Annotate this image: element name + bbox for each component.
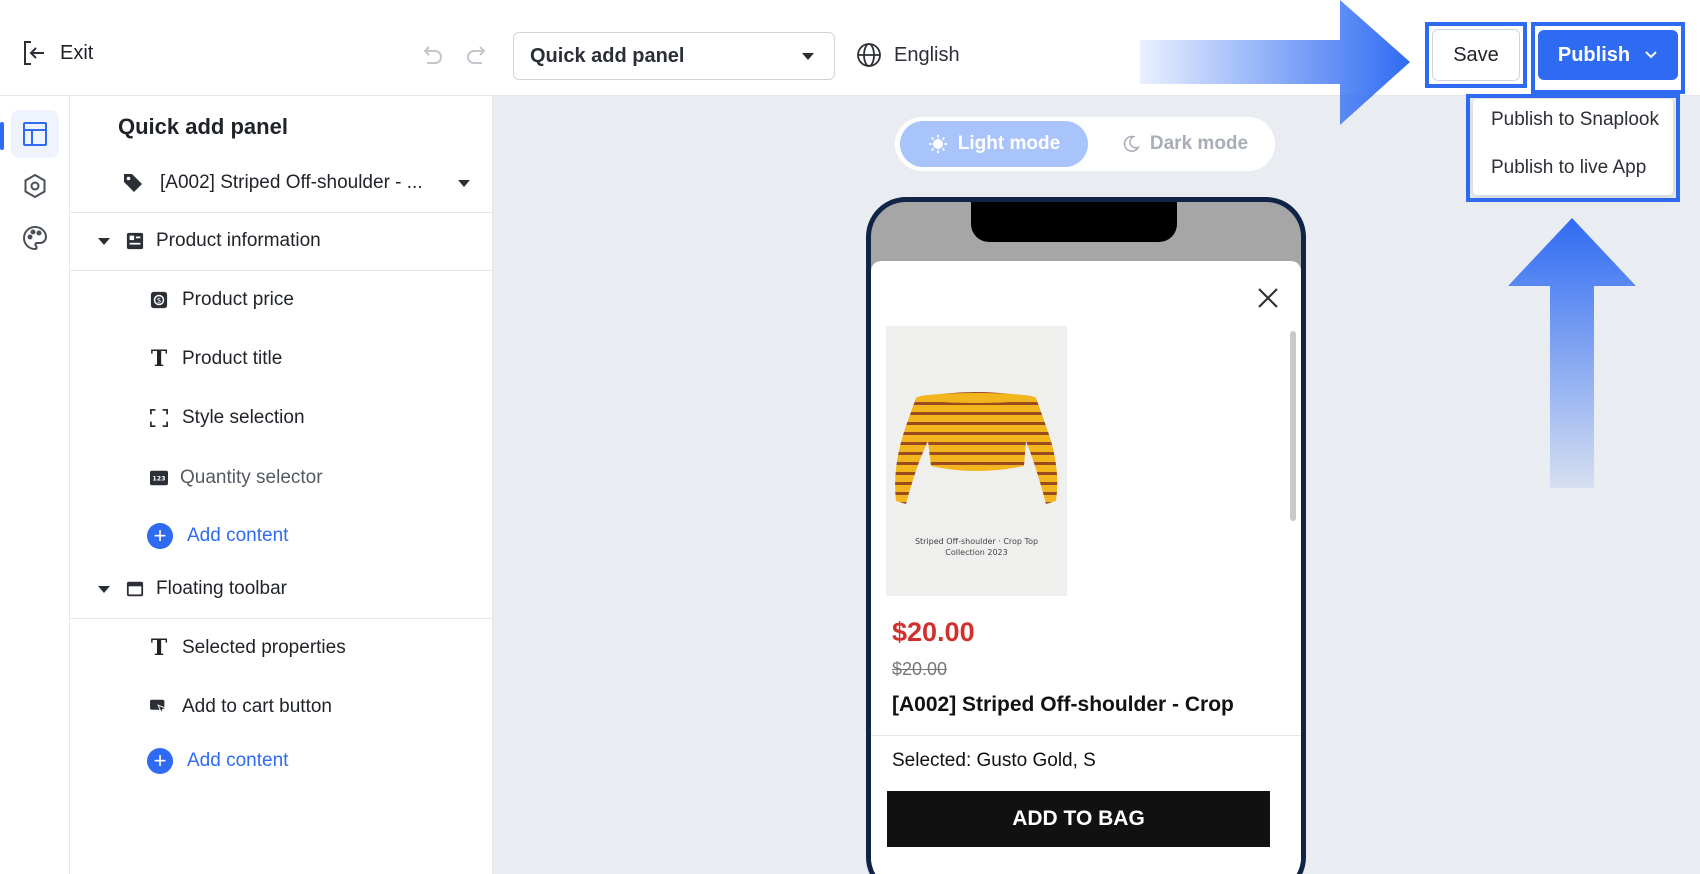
undo-icon[interactable] [418, 42, 444, 68]
save-button[interactable]: Save [1432, 29, 1520, 81]
add-content-label: Add content [187, 525, 289, 546]
number-123-icon: 123 [148, 467, 170, 489]
divider [70, 270, 493, 271]
product-picker-label: [A002] Striped Off-shoulder - ... [160, 172, 423, 193]
collapse-caret-icon [98, 237, 110, 245]
settings-hex-icon [24, 173, 46, 199]
product-image: Striped Off-shoulder · Crop Top Collecti… [886, 326, 1067, 596]
item-label: Quantity selector [180, 467, 323, 488]
list-item-selected-properties[interactable]: T Selected properties [70, 624, 493, 672]
sun-icon [928, 134, 947, 154]
list-item-product-title[interactable]: T Product title [70, 335, 493, 383]
menu-item-publish-live-app[interactable]: Publish to live App [1491, 157, 1646, 179]
list-item-product-price[interactable]: $ Product price [70, 276, 493, 324]
sweater-image [895, 392, 1058, 504]
caption-line-2: Collection 2023 [945, 548, 1008, 557]
add-to-bag-label: ADD TO BAG [1012, 807, 1145, 830]
divider [70, 618, 493, 619]
moon-icon [1123, 135, 1140, 152]
sidebar-title: Quick add panel [118, 114, 288, 139]
publish-label: Publish [1557, 43, 1631, 66]
publish-button[interactable]: Publish [1538, 30, 1678, 80]
light-mode-button[interactable]: Light mode [900, 121, 1088, 167]
rail-item-layout[interactable] [11, 110, 59, 158]
chevron-down-icon [1645, 51, 1657, 59]
caption-line-1: Striped Off-shoulder · Crop Top [914, 537, 1039, 546]
layout-icon [23, 122, 47, 146]
save-label: Save [1453, 43, 1499, 66]
sidebar-panel: Quick add panel [A002] Striped Off-shoul… [70, 96, 493, 874]
add-content-button[interactable]: + Add content [147, 748, 288, 774]
top-bar: Exit Quick add panel English Save Publis… [0, 0, 1700, 96]
price-tag-icon: $ [148, 289, 170, 311]
product-title: [A002] Striped Off-shoulder - Crop [892, 693, 1234, 716]
floating-toolbar: Selected: Gusto Gold, S ADD TO BAG [871, 735, 1301, 865]
language-label: English [894, 43, 960, 66]
caret-down-icon [458, 180, 470, 187]
text-icon: T [150, 635, 168, 661]
collapse-caret-icon [98, 585, 110, 593]
panel-select-dropdown[interactable]: Quick add panel [513, 32, 835, 80]
section-label: Product information [156, 230, 321, 251]
rail-active-indicator [0, 122, 4, 150]
item-label: Selected properties [182, 637, 346, 658]
selection-icon [148, 407, 170, 429]
item-label: Style selection [182, 407, 305, 428]
phone-notch [971, 202, 1177, 242]
product-picker[interactable]: [A002] Striped Off-shoulder - ... [70, 154, 493, 212]
globe-icon [857, 43, 881, 67]
plus-icon: + [147, 748, 173, 774]
exit-label: Exit [60, 41, 94, 64]
info-card-icon [124, 230, 146, 252]
exit-button[interactable]: Exit [22, 40, 93, 66]
palette-icon [23, 225, 48, 251]
caret-down-icon [802, 53, 814, 60]
section-floating-toolbar[interactable]: Floating toolbar [70, 560, 493, 618]
list-item-add-to-cart-button[interactable]: Add to cart button [70, 683, 493, 731]
annotation-arrow-right-icon [1140, 0, 1410, 125]
selected-properties: Selected: Gusto Gold, S [892, 750, 1096, 771]
language-selector[interactable]: English [856, 42, 960, 68]
text-icon: T [150, 346, 168, 372]
list-item-quantity-selector[interactable]: 123 Quantity selector [70, 454, 493, 502]
add-to-bag-button[interactable]: ADD TO BAG [887, 791, 1270, 847]
publish-menu: Publish to Snaplook Publish to live App [1473, 99, 1673, 195]
image-caption: Striped Off-shoulder · Crop Top Collecti… [886, 536, 1067, 558]
plus-icon: + [147, 523, 173, 549]
dark-mode-button[interactable]: Dark mode [1100, 121, 1270, 167]
list-item-style-selection[interactable]: Style selection [70, 394, 493, 442]
light-mode-label: Light mode [957, 133, 1061, 154]
compare-price: $20.00 [892, 659, 948, 679]
svg-text:123: 123 [152, 476, 165, 483]
section-product-information[interactable]: Product information [70, 212, 493, 270]
item-label: Product price [182, 289, 294, 310]
rail-item-theme[interactable] [11, 214, 59, 262]
toolbar-icon [124, 578, 146, 600]
close-icon[interactable] [1257, 287, 1279, 309]
item-label: Add to cart button [182, 696, 332, 717]
svg-text:$: $ [157, 296, 162, 305]
quick-add-sheet: Striped Off-shoulder · Crop Top Collecti… [871, 261, 1301, 874]
redo-icon[interactable] [465, 42, 491, 68]
item-label: Product title [182, 348, 283, 369]
rail-item-settings[interactable] [11, 162, 59, 210]
left-rail [0, 96, 70, 874]
annotation-arrow-up-icon [1508, 218, 1636, 488]
scrollbar[interactable] [1290, 331, 1296, 521]
cursor-button-icon [148, 696, 170, 718]
section-label: Floating toolbar [156, 578, 287, 599]
phone-preview: Striped Off-shoulder · Crop Top Collecti… [866, 197, 1306, 874]
menu-item-publish-snaplook[interactable]: Publish to Snaplook [1491, 109, 1659, 131]
add-content-label: Add content [187, 750, 289, 771]
dark-mode-label: Dark mode [1149, 133, 1249, 154]
exit-icon [24, 41, 44, 65]
add-content-button[interactable]: + Add content [147, 523, 288, 549]
panel-select-value: Quick add panel [530, 44, 685, 67]
tag-icon [122, 172, 144, 194]
product-price: $20.00 [892, 617, 975, 647]
